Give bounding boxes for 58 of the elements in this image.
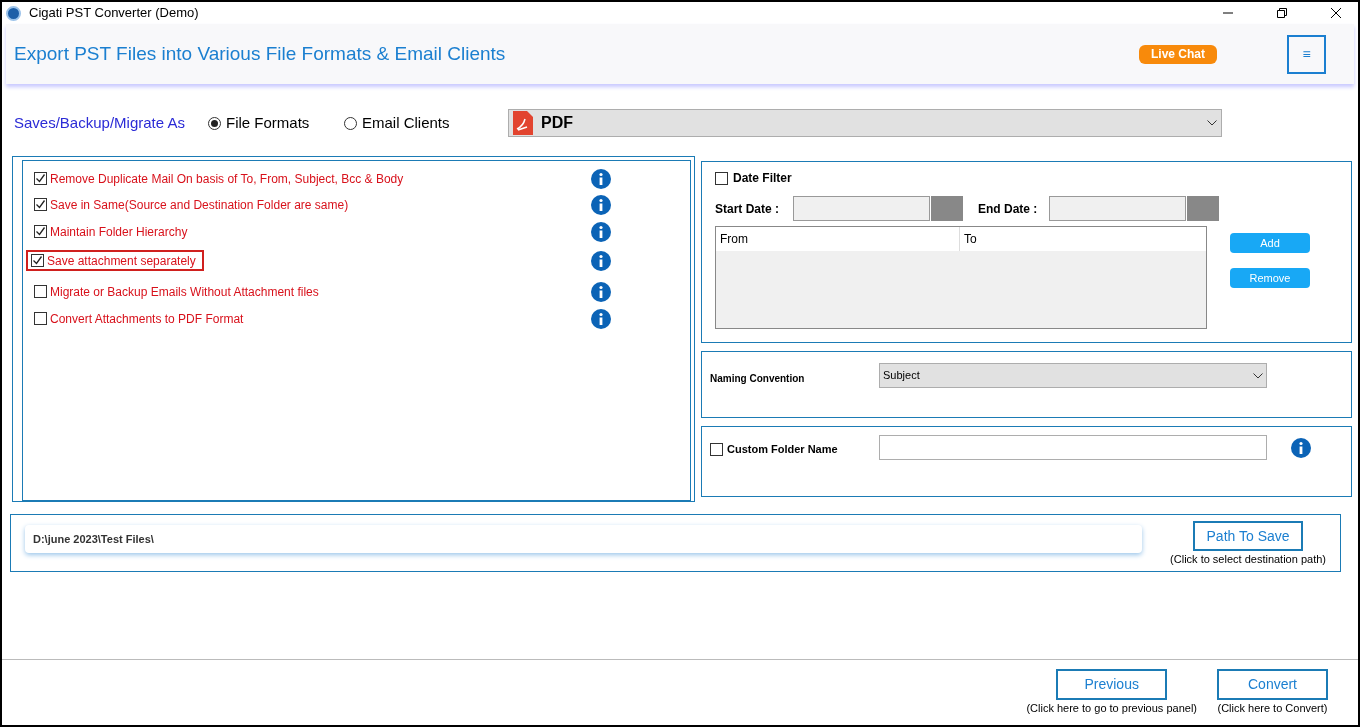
naming-convention-label: Naming Convention: [710, 372, 806, 386]
previous-button[interactable]: Previous: [1056, 669, 1168, 700]
format-value: PDF: [541, 113, 574, 133]
info-icon[interactable]: [591, 194, 611, 215]
chevron-down-icon: [1207, 120, 1217, 126]
add-button[interactable]: Add: [1230, 233, 1310, 253]
info-icon[interactable]: [591, 168, 611, 189]
close-icon[interactable]: [1330, 7, 1342, 19]
start-date-field[interactable]: [793, 196, 930, 221]
checkbox[interactable]: [34, 225, 47, 238]
column-header: To: [963, 231, 978, 248]
checkbox[interactable]: [34, 172, 47, 185]
naming-value: Subject: [883, 368, 921, 384]
start-date-label: Start Date :: [715, 200, 780, 218]
format-dropdown[interactable]: PDF: [508, 109, 1222, 137]
checkbox[interactable]: [34, 312, 47, 325]
end-date-label: End Date :: [978, 200, 1039, 218]
menu-button[interactable]: ≡: [1287, 34, 1326, 74]
option-label: Convert Attachments to PDF Format: [50, 310, 244, 328]
column-header: From: [716, 227, 960, 251]
custom-folder-field[interactable]: [879, 435, 1267, 460]
header-title: Export PST Files into Various File Formats & Email Clients: [14, 41, 507, 66]
info-icon[interactable]: [591, 250, 611, 271]
path-hint: (Click to select destination path): [1170, 552, 1326, 567]
option-label: Maintain Folder Hierarchy: [50, 223, 188, 241]
live-chat-button[interactable]: Live Chat: [1139, 44, 1217, 64]
checkbox[interactable]: [715, 171, 728, 185]
restore-icon[interactable]: [1276, 7, 1288, 19]
save-as-label: Saves/Backup/Migrate As: [14, 112, 186, 133]
checkbox[interactable]: [34, 285, 47, 298]
button-hint: (Click here to go to previous panel): [1026, 701, 1197, 716]
remove-button[interactable]: Remove: [1230, 268, 1310, 288]
info-icon[interactable]: [591, 221, 611, 242]
window-title: Cigati PST Converter (Demo): [29, 4, 199, 23]
option-label: Remove Duplicate Mail On basis of To, From, Subject, Bcc & Body: [50, 170, 404, 188]
chevron-down-icon: [1253, 372, 1263, 379]
end-date-field[interactable]: [1049, 196, 1186, 221]
custom-folder-label: Custom Folder Name: [727, 442, 838, 457]
naming-dropdown[interactable]: Subject: [879, 363, 1267, 388]
info-icon[interactable]: [591, 281, 611, 302]
app-logo-icon: [6, 5, 21, 21]
button-hint: (Click here to Convert): [1217, 701, 1328, 716]
checkbox[interactable]: [31, 254, 44, 267]
path-field[interactable]: D:\june 2023\Test Files\: [25, 525, 1142, 553]
info-icon[interactable]: [591, 308, 611, 329]
option-label: Save in Same(Source and Destination Folder are same): [50, 196, 349, 214]
date-filter-label: Date Filter: [733, 170, 792, 187]
pdf-file-icon: [513, 111, 533, 135]
option-label: Migrate or Backup Emails Without Attachment files: [50, 283, 319, 301]
radio-label: Email Clients: [362, 112, 450, 133]
checkbox[interactable]: [710, 442, 723, 456]
radio-label: File Formats: [226, 112, 310, 133]
path-to-save-button[interactable]: Path To Save: [1193, 521, 1304, 551]
path-value: D:\june 2023\Test Files\: [33, 531, 154, 547]
option-label: Save attachment separately: [47, 252, 196, 270]
info-icon[interactable]: [1291, 438, 1311, 458]
convert-button[interactable]: Convert: [1217, 669, 1328, 700]
checkbox[interactable]: [34, 198, 47, 211]
